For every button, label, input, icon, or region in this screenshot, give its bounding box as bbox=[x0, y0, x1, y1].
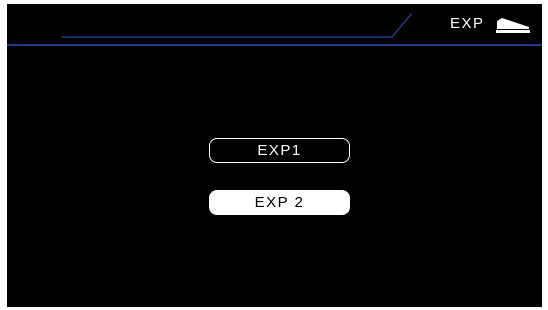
exp2-button-label: EXP 2 bbox=[254, 194, 305, 211]
exp2-button[interactable]: EXP 2 bbox=[209, 190, 350, 215]
expression-pedal-icon bbox=[495, 16, 531, 39]
device-screen: EXP EXP1 EXP 2 bbox=[7, 4, 542, 307]
exp1-button-label: EXP1 bbox=[257, 142, 302, 159]
page-title: EXP bbox=[450, 15, 485, 32]
exp1-button[interactable]: EXP1 bbox=[209, 138, 350, 163]
